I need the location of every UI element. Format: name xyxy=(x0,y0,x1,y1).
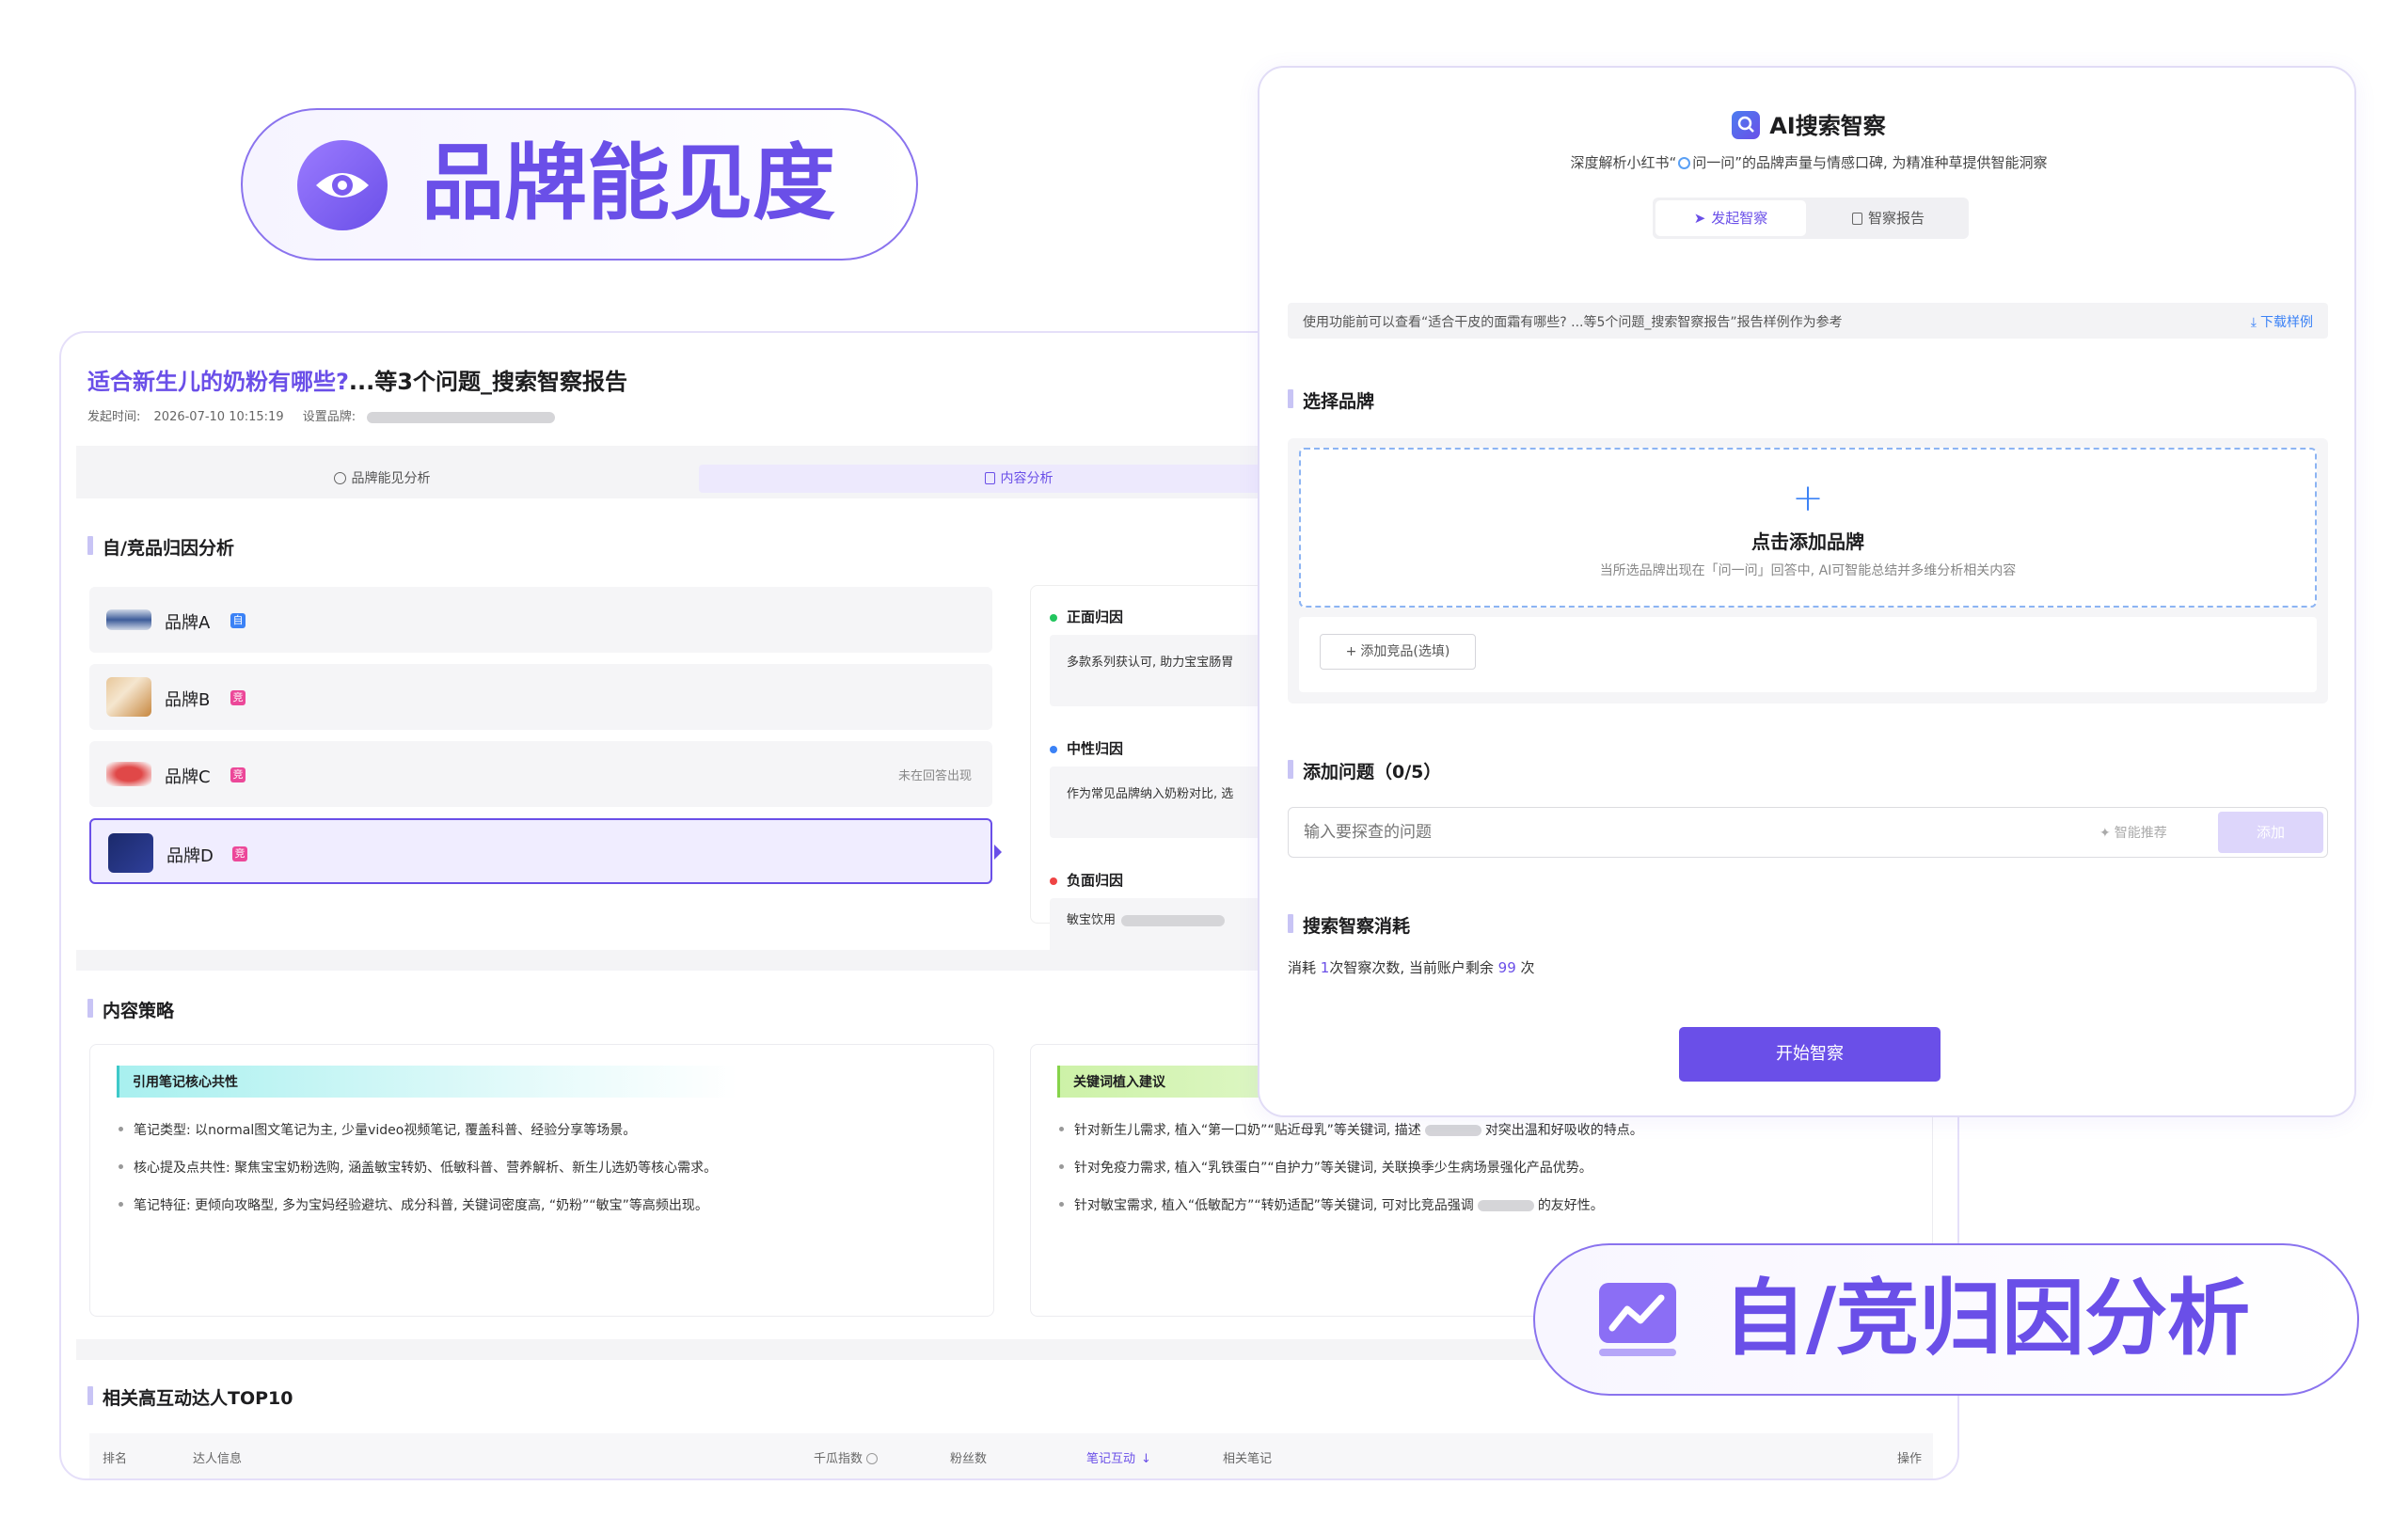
keyword-item: 针对新生儿需求, 植入“第一口奶”“贴近母乳”等关键词, 描述 对突出温和好吸收的… xyxy=(1057,1120,1643,1139)
keyword-item: 针对免疫力需求, 植入“乳铁蛋白”“自护力”等关键词, 关联换季少生病场景强化产… xyxy=(1057,1158,1592,1177)
content-strategy-title: 内容策略 xyxy=(87,997,174,1022)
negative-reason-label: 负面归因 xyxy=(1050,870,1123,890)
report-time: 2026-07-10 10:15:19 xyxy=(153,410,284,424)
add-brand-desc: 当所选品牌出现在「问一问」回答中, AI可智能总结并多维分析相关内容 xyxy=(1599,563,2017,578)
sample-notice: 使用功能前可以查看“适合干皮的面霜有哪些? ...等5个问题_搜索智察报告”报告… xyxy=(1288,303,2328,339)
strategy-item: 笔记特征: 更倾向攻略型, 多为宝妈经验避坑、成分科普, 关键词密度高, “奶粉… xyxy=(117,1195,708,1214)
not-in-answer-label: 未在回答出现 xyxy=(897,769,972,783)
form-title: AI搜索智察 xyxy=(1769,113,1886,139)
kol-section-title: 相关高互动达人TOP10 xyxy=(87,1384,293,1410)
strategy-item: 笔记类型: 以normal图文笔记为主, 少量video视频笔记, 覆盖科普、经… xyxy=(117,1120,636,1139)
brand-a-logo xyxy=(106,609,151,630)
add-brand-title: 点击添加品牌 xyxy=(1751,530,1864,553)
form-tabs: ➤ 发起智察 智察报告 xyxy=(1653,198,1969,239)
brand-row-b[interactable]: 品牌B 竞 xyxy=(89,664,992,730)
sparkle-icon: ✦ xyxy=(2099,826,2111,841)
plus-icon: + xyxy=(1792,477,1824,520)
ai-search-panel: AI搜索智察 深度解析小红书“ 问一问”的品牌声量与情感口碑, 为精准种草提供智能… xyxy=(1258,66,2356,1117)
sort-down-icon: ↓ xyxy=(1141,1452,1151,1466)
brand-c-logo xyxy=(106,762,151,786)
tab-inspection-report[interactable]: 智察报告 xyxy=(1811,200,1966,236)
form-header: AI搜索智察 xyxy=(1259,107,2354,140)
trend-chart-icon xyxy=(1597,1279,1678,1360)
green-dot xyxy=(1050,613,1057,622)
attribution-section-title: 自/竞品归因分析 xyxy=(87,534,234,560)
remaining-count: 99 xyxy=(1497,959,1516,976)
attribution-badge-label: 自/竞归因分析 xyxy=(1723,1270,2251,1367)
competitor-tag: 竞 xyxy=(232,846,247,861)
positive-reason-text: 多款系列获认可, 助力宝宝肠胃 xyxy=(1067,656,1234,670)
document-icon xyxy=(984,472,995,484)
report-title-highlight: 适合新生儿的奶粉有哪些? xyxy=(87,369,349,395)
cost-count: 1 xyxy=(1320,959,1330,976)
col-related-notes: 相关笔记 xyxy=(1223,1452,1273,1466)
brand-b-logo xyxy=(106,677,151,717)
download-icon: ⤓ xyxy=(2250,315,2257,330)
start-inspection-button[interactable]: 开始智察 xyxy=(1679,1027,1941,1082)
col-note-interaction[interactable]: 笔记互动 ↓ xyxy=(1086,1448,1151,1466)
competitor-tag: 竞 xyxy=(230,767,246,782)
cost-section-title: 搜索智察消耗 xyxy=(1288,912,1410,938)
add-question-title: 添加问题（0/5） xyxy=(1288,758,1441,783)
brand-row-c[interactable]: 品牌C 竞 未在回答出现 xyxy=(89,741,992,807)
brand-row-a[interactable]: 品牌A 自 xyxy=(89,587,992,653)
cost-text: 消耗 1次智察次数, 当前账户剩余 99 次 xyxy=(1288,959,1535,976)
report-meta: 发起时间: 2026-07-10 10:15:19 设置品牌: xyxy=(87,406,556,424)
question-input[interactable] xyxy=(1304,819,2075,846)
info-icon xyxy=(866,1453,879,1464)
kol-table-header: 排名 达人信息 千瓜指数 粉丝数 笔记互动 ↓ 相关笔记 操作 xyxy=(89,1433,1933,1478)
plus-small-icon: + xyxy=(1345,644,1357,659)
neutral-reason-label: 中性归因 xyxy=(1050,738,1123,758)
tab-brand-visibility[interactable]: 品牌能见分析 xyxy=(76,465,688,493)
xiaohongshu-ask-icon xyxy=(1678,157,1691,169)
brand-row-d[interactable]: 品牌D 竞 xyxy=(89,818,1002,884)
eye-icon xyxy=(297,140,388,230)
col-actions: 操作 xyxy=(1897,1452,1923,1466)
question-input-wrap: ✦智能推荐 添加 xyxy=(1288,807,2328,858)
visibility-badge: 品牌能见度 xyxy=(241,108,918,261)
blue-dot xyxy=(1050,745,1057,753)
negative-reason-text: 敏宝饮用 xyxy=(1067,909,1226,927)
neutral-reason-text: 作为常见品牌纳入奶粉对比, 选 xyxy=(1067,787,1234,801)
smart-recommend-button[interactable]: ✦ 智能推荐 xyxy=(2099,823,2167,842)
selected-arrow-icon xyxy=(994,845,1002,860)
col-qiangua-index: 千瓜指数 xyxy=(814,1448,879,1466)
col-rank: 排名 xyxy=(103,1452,128,1466)
strategy-item: 核心提及点共性: 聚焦宝宝奶粉选购, 涵盖敏宝转奶、低敏科普、营养解析、新生儿选… xyxy=(117,1158,717,1177)
competitor-tag: 竞 xyxy=(230,690,246,705)
add-competitor-button[interactable]: + 添加竞品(选填) xyxy=(1320,634,1476,670)
note-commonality-header: 引用笔记核心共性 xyxy=(117,1066,737,1098)
red-dot xyxy=(1050,877,1057,885)
send-icon: ➤ xyxy=(1693,210,1706,227)
report-icon xyxy=(1851,213,1862,225)
form-subtitle: 深度解析小红书“ 问一问”的品牌声量与情感口碑, 为精准种草提供智能洞察 xyxy=(1570,154,2048,171)
tab-launch-inspection[interactable]: ➤ 发起智察 xyxy=(1656,200,1806,236)
add-question-button[interactable]: 添加 xyxy=(2218,812,2323,853)
ai-search-logo-icon xyxy=(1732,111,1761,139)
positive-reason-label: 正面归因 xyxy=(1050,607,1123,626)
download-sample-link[interactable]: ⤓ 下载样例 xyxy=(2251,312,2313,331)
note-commonality-card: 引用笔记核心共性 笔记类型: 以normal图文笔记为主, 少量video视频笔… xyxy=(89,1044,994,1317)
self-brand-tag: 自 xyxy=(230,613,246,628)
col-kol-info: 达人信息 xyxy=(193,1452,243,1466)
keyword-item: 针对敏宝需求, 植入“低敏配方”“转奶适配”等关键词, 可对比竞品强调 的友好性。 xyxy=(1057,1195,1604,1214)
report-title: 适合新生儿的奶粉有哪些?...等3个问题_搜索智察报告 xyxy=(87,363,627,396)
brand-select-area: + 点击添加品牌 当所选品牌出现在「问一问」回答中, AI可智能总结并多维分析相… xyxy=(1288,438,2328,703)
tab-content-analysis[interactable]: 内容分析 xyxy=(699,465,1339,493)
blurred-brands xyxy=(367,411,556,423)
visibility-badge-label: 品牌能见度 xyxy=(421,134,836,231)
add-brand-dropzone[interactable]: + 点击添加品牌 当所选品牌出现在「问一问」回答中, AI可智能总结并多维分析相… xyxy=(1299,448,2317,608)
report-title-rest: ...等3个问题_搜索智察报告 xyxy=(348,369,627,395)
attribution-badge: 自/竞归因分析 xyxy=(1533,1243,2359,1396)
clock-icon xyxy=(333,472,346,484)
brand-d-logo xyxy=(108,833,153,873)
select-brand-title: 选择品牌 xyxy=(1288,387,1374,413)
col-fans: 粉丝数 xyxy=(950,1452,988,1466)
